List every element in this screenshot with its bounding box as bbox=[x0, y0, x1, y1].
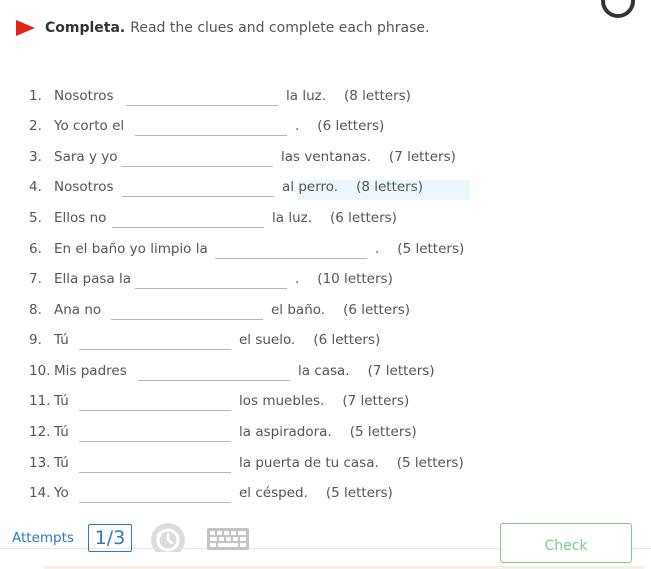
letter-count-hint: (6 letters) bbox=[313, 332, 381, 348]
letter-count-hint: (7 letters) bbox=[342, 393, 410, 409]
exercise-row: 7. Ella pasa la. (10 letters) bbox=[0, 269, 651, 289]
exercise-row: 8. Ana no el baño. (6 letters) bbox=[0, 300, 651, 320]
keyboard-icon[interactable] bbox=[206, 527, 250, 551]
exercise-row: 14. Yo el césped. (5 letters) bbox=[0, 483, 651, 503]
exercise-row: 12. Tú la aspiradora. (5 letters) bbox=[0, 422, 651, 442]
item-number: 9. bbox=[29, 332, 42, 348]
phrase-end: el baño. bbox=[271, 302, 326, 318]
header-instructions: Read the clues and complete each phrase. bbox=[130, 20, 430, 36]
item-number: 10. bbox=[29, 363, 51, 379]
answer-input[interactable] bbox=[135, 269, 287, 289]
answer-input[interactable] bbox=[121, 147, 273, 167]
letter-count-hint: (10 letters) bbox=[317, 271, 393, 287]
item-number: 13. bbox=[29, 455, 51, 471]
phrase-end: la aspiradora. bbox=[239, 424, 332, 440]
letter-count-hint: (7 letters) bbox=[388, 149, 456, 165]
phrase-start: Tú bbox=[54, 424, 69, 440]
phrase-start: Ana no bbox=[54, 302, 102, 318]
item-number: 5. bbox=[29, 210, 42, 226]
item-number: 7. bbox=[29, 271, 42, 287]
answer-input[interactable] bbox=[79, 483, 231, 503]
phrase-start: Nosotros bbox=[54, 179, 114, 195]
letter-count-hint: (7 letters) bbox=[367, 363, 435, 379]
phrase-start: Sara y yo bbox=[54, 149, 118, 165]
item-number: 2. bbox=[29, 118, 42, 134]
answer-input[interactable] bbox=[112, 208, 264, 228]
header-title: Completa. bbox=[45, 20, 126, 36]
letter-count-hint: (5 letters) bbox=[397, 241, 465, 257]
phrase-start: Tú bbox=[54, 393, 69, 409]
item-number: 1. bbox=[29, 88, 42, 104]
exercise-row: 3. Sara y yo las ventanas. (7 letters) bbox=[0, 147, 651, 167]
exercise-row: 6. En el baño yo limpio la. (5 letters) bbox=[0, 239, 651, 259]
phrase-start: Nosotros bbox=[54, 88, 114, 104]
corner-ring-icon bbox=[601, 0, 635, 18]
answer-input[interactable] bbox=[79, 422, 231, 442]
exercise-row: 10. Mis padres la casa. (7 letters) bbox=[0, 361, 651, 381]
phrase-end: los muebles. bbox=[239, 393, 325, 409]
answer-input[interactable] bbox=[135, 116, 287, 136]
answer-input[interactable] bbox=[126, 86, 278, 106]
phrase-end: la luz. bbox=[286, 88, 326, 104]
letter-count-hint: (8 letters) bbox=[356, 179, 424, 195]
red-flag-icon bbox=[16, 20, 35, 36]
phrase-end: la puerta de tu casa. bbox=[239, 455, 379, 471]
exercise-row: 1. Nosotros la luz. (8 letters) bbox=[0, 86, 651, 106]
item-number: 6. bbox=[29, 241, 42, 257]
answer-input[interactable] bbox=[79, 330, 231, 350]
attempts-label: Attempts bbox=[12, 530, 74, 546]
phrase-start: Tú bbox=[54, 332, 69, 348]
item-number: 8. bbox=[29, 302, 42, 318]
letter-count-hint: (6 letters) bbox=[317, 118, 385, 134]
phrase-end: . bbox=[375, 241, 380, 257]
exercise-row: 4. Nosotros al perro. (8 letters) bbox=[0, 177, 651, 197]
answer-input[interactable] bbox=[79, 391, 231, 411]
phrase-start: Tú bbox=[54, 455, 69, 471]
phrase-end: la luz. bbox=[272, 210, 312, 226]
answer-input[interactable] bbox=[122, 177, 274, 197]
phrase-end: . bbox=[295, 118, 300, 134]
item-number: 3. bbox=[29, 149, 42, 165]
phrase-start: Yo corto el bbox=[54, 118, 125, 134]
phrase-end: . bbox=[295, 271, 300, 287]
phrase-start: Mis padres bbox=[54, 363, 127, 379]
history-icon[interactable] bbox=[148, 522, 188, 552]
answer-input[interactable] bbox=[215, 239, 367, 259]
exercise-row: 5. Ellos no la luz. (6 letters) bbox=[0, 208, 651, 228]
exercise-row: 9. Tú el suelo. (6 letters) bbox=[0, 330, 651, 350]
letter-count-hint: (5 letters) bbox=[325, 485, 393, 501]
phrase-start: Ella pasa la bbox=[54, 271, 132, 287]
check-button[interactable]: Check bbox=[500, 523, 632, 563]
phrase-end: las ventanas. bbox=[281, 149, 371, 165]
exercise-row: 13. Tú la puerta de tu casa. (5 letters) bbox=[0, 453, 651, 473]
exercise-row: 2. Yo corto el. (6 letters) bbox=[0, 116, 651, 136]
item-number: 14. bbox=[29, 485, 51, 501]
item-number: 12. bbox=[29, 424, 51, 440]
letter-count-hint: (5 letters) bbox=[349, 424, 417, 440]
letter-count-hint: (5 letters) bbox=[396, 455, 464, 471]
phrase-end: la casa. bbox=[298, 363, 350, 379]
item-number: 11. bbox=[29, 393, 51, 409]
exercise-row: 11. Tú los muebles. (7 letters) bbox=[0, 391, 651, 411]
phrase-start: En el baño yo limpio la bbox=[54, 241, 208, 257]
instructions-header: Completa. Read the clues and complete ea… bbox=[16, 18, 429, 38]
answer-input[interactable] bbox=[111, 300, 263, 320]
answer-input[interactable] bbox=[138, 361, 290, 381]
letter-count-hint: (6 letters) bbox=[343, 302, 411, 318]
letter-count-hint: (6 letters) bbox=[330, 210, 397, 226]
phrase-end: el césped. bbox=[239, 485, 308, 501]
letter-count-hint: (8 letters) bbox=[344, 88, 411, 104]
phrase-start: Yo bbox=[54, 485, 69, 501]
answer-input[interactable] bbox=[79, 453, 231, 473]
attempts-counter: 1/3 bbox=[88, 524, 132, 552]
phrase-end: al perro. bbox=[282, 179, 339, 195]
phrase-end: el suelo. bbox=[239, 332, 296, 348]
item-number: 4. bbox=[29, 179, 42, 195]
phrase-start: Ellos no bbox=[54, 210, 107, 226]
